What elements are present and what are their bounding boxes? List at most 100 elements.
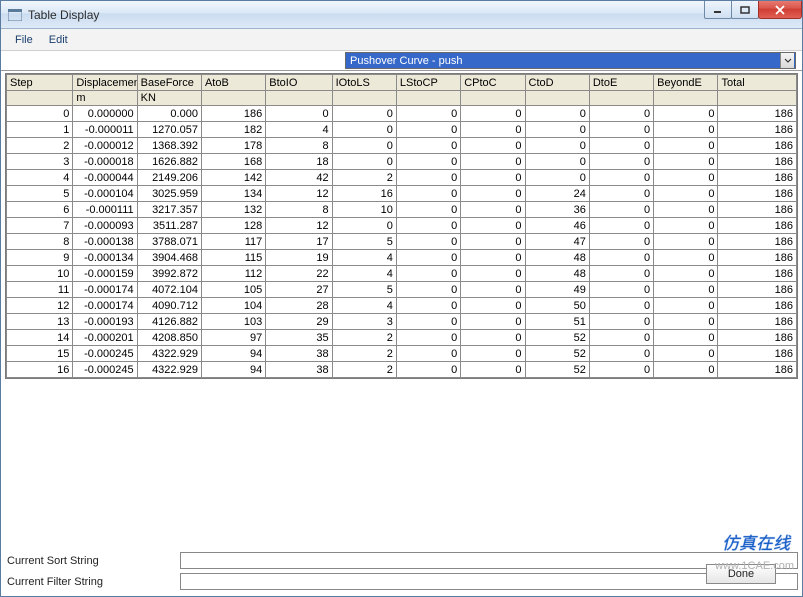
cell[interactable]: 0.000 — [137, 106, 201, 122]
cell[interactable]: 0 — [589, 106, 653, 122]
cell[interactable]: 0 — [525, 154, 589, 170]
cell[interactable]: 51 — [525, 314, 589, 330]
cell[interactable]: 0 — [332, 218, 396, 234]
cell[interactable]: 0 — [461, 122, 525, 138]
cell[interactable]: 0 — [654, 218, 718, 234]
cell[interactable]: 186 — [718, 154, 797, 170]
cell[interactable]: 117 — [201, 234, 265, 250]
cell[interactable]: 0 — [461, 362, 525, 378]
column-header[interactable]: CtoD — [525, 75, 589, 91]
cell[interactable]: 0 — [396, 282, 460, 298]
cell[interactable]: 29 — [266, 314, 332, 330]
cell[interactable]: 0 — [589, 266, 653, 282]
table-row[interactable]: 14-0.0002014208.85097352005200186 — [7, 330, 797, 346]
cell[interactable]: 0 — [654, 186, 718, 202]
cell[interactable]: 0 — [396, 122, 460, 138]
cell[interactable]: 12 — [266, 186, 332, 202]
cell[interactable]: 0 — [396, 250, 460, 266]
cell[interactable]: 0 — [396, 186, 460, 202]
cell[interactable]: 4208.850 — [137, 330, 201, 346]
cell[interactable]: 0 — [654, 202, 718, 218]
cell[interactable]: 5 — [332, 234, 396, 250]
cell[interactable]: 186 — [718, 314, 797, 330]
cell[interactable]: 0 — [461, 250, 525, 266]
cell[interactable]: 38 — [266, 346, 332, 362]
cell[interactable]: 0 — [266, 106, 332, 122]
cell[interactable]: -0.000174 — [73, 298, 137, 314]
cell[interactable]: 0 — [589, 362, 653, 378]
cell[interactable]: 0 — [396, 138, 460, 154]
cell[interactable]: 0 — [589, 234, 653, 250]
cell[interactable]: 4 — [332, 298, 396, 314]
cell[interactable]: 47 — [525, 234, 589, 250]
cell[interactable]: 3 — [7, 154, 73, 170]
table-row[interactable]: 11-0.0001744072.104105275004900186 — [7, 282, 797, 298]
cell[interactable]: 0 — [654, 282, 718, 298]
cell[interactable]: 132 — [201, 202, 265, 218]
cell[interactable]: 5 — [7, 186, 73, 202]
cell[interactable]: 0 — [654, 122, 718, 138]
table-row[interactable]: 5-0.0001043025.9591341216002400186 — [7, 186, 797, 202]
cell[interactable]: -0.000174 — [73, 282, 137, 298]
cell[interactable]: 4322.929 — [137, 346, 201, 362]
cell[interactable]: -0.000245 — [73, 346, 137, 362]
cell[interactable]: 0 — [525, 106, 589, 122]
cell[interactable]: -0.000245 — [73, 362, 137, 378]
cell[interactable]: 186 — [718, 202, 797, 218]
cell[interactable]: 0 — [461, 170, 525, 186]
cell[interactable]: 16 — [332, 186, 396, 202]
cell[interactable]: 168 — [201, 154, 265, 170]
cell[interactable]: 52 — [525, 346, 589, 362]
cell[interactable]: 0 — [654, 330, 718, 346]
cell[interactable]: 0 — [589, 298, 653, 314]
cell[interactable]: 4 — [332, 250, 396, 266]
column-header[interactable]: BtoIO — [266, 75, 332, 91]
cell[interactable]: 0 — [461, 234, 525, 250]
cell[interactable]: 0 — [589, 138, 653, 154]
cell[interactable]: 0 — [654, 250, 718, 266]
cell[interactable]: 12 — [266, 218, 332, 234]
cell[interactable]: 186 — [718, 122, 797, 138]
cell[interactable]: 0 — [461, 106, 525, 122]
column-header[interactable]: IOtoLS — [332, 75, 396, 91]
cell[interactable]: -0.000159 — [73, 266, 137, 282]
table-row[interactable]: 13-0.0001934126.882103293005100186 — [7, 314, 797, 330]
cell[interactable]: 0 — [525, 122, 589, 138]
cell[interactable]: 4322.929 — [137, 362, 201, 378]
cell[interactable]: 186 — [718, 186, 797, 202]
cell[interactable]: 186 — [718, 106, 797, 122]
cell[interactable]: -0.000111 — [73, 202, 137, 218]
cell[interactable]: -0.000044 — [73, 170, 137, 186]
cell[interactable]: -0.000134 — [73, 250, 137, 266]
cell[interactable]: 8 — [266, 138, 332, 154]
cell[interactable]: -0.000138 — [73, 234, 137, 250]
cell[interactable]: 0 — [332, 122, 396, 138]
cell[interactable]: 46 — [525, 218, 589, 234]
cell[interactable]: 10 — [332, 202, 396, 218]
cell[interactable]: 0 — [461, 346, 525, 362]
cell[interactable]: 49 — [525, 282, 589, 298]
column-header[interactable]: LStoCP — [396, 75, 460, 91]
cell[interactable]: 0 — [589, 218, 653, 234]
cell[interactable]: 13 — [7, 314, 73, 330]
cell[interactable]: 0 — [461, 330, 525, 346]
cell[interactable]: -0.000018 — [73, 154, 137, 170]
cell[interactable]: 11 — [7, 282, 73, 298]
cell[interactable]: 0 — [654, 362, 718, 378]
cell[interactable]: 182 — [201, 122, 265, 138]
cell[interactable]: 115 — [201, 250, 265, 266]
curve-dropdown[interactable]: Pushover Curve - push — [345, 52, 796, 69]
column-header[interactable]: Total — [718, 75, 797, 91]
cell[interactable]: 3 — [332, 314, 396, 330]
cell[interactable]: 0 — [525, 170, 589, 186]
table-row[interactable]: 3-0.0000181626.88216818000000186 — [7, 154, 797, 170]
table-row[interactable]: 1-0.0000111270.0571824000000186 — [7, 122, 797, 138]
table-row[interactable]: 2-0.0000121368.3921788000000186 — [7, 138, 797, 154]
cell[interactable]: 0 — [654, 266, 718, 282]
cell[interactable]: 7 — [7, 218, 73, 234]
cell[interactable]: 0.000000 — [73, 106, 137, 122]
done-button[interactable]: Done — [706, 564, 776, 584]
cell[interactable]: 48 — [525, 250, 589, 266]
cell[interactable]: 36 — [525, 202, 589, 218]
cell[interactable]: 186 — [718, 298, 797, 314]
